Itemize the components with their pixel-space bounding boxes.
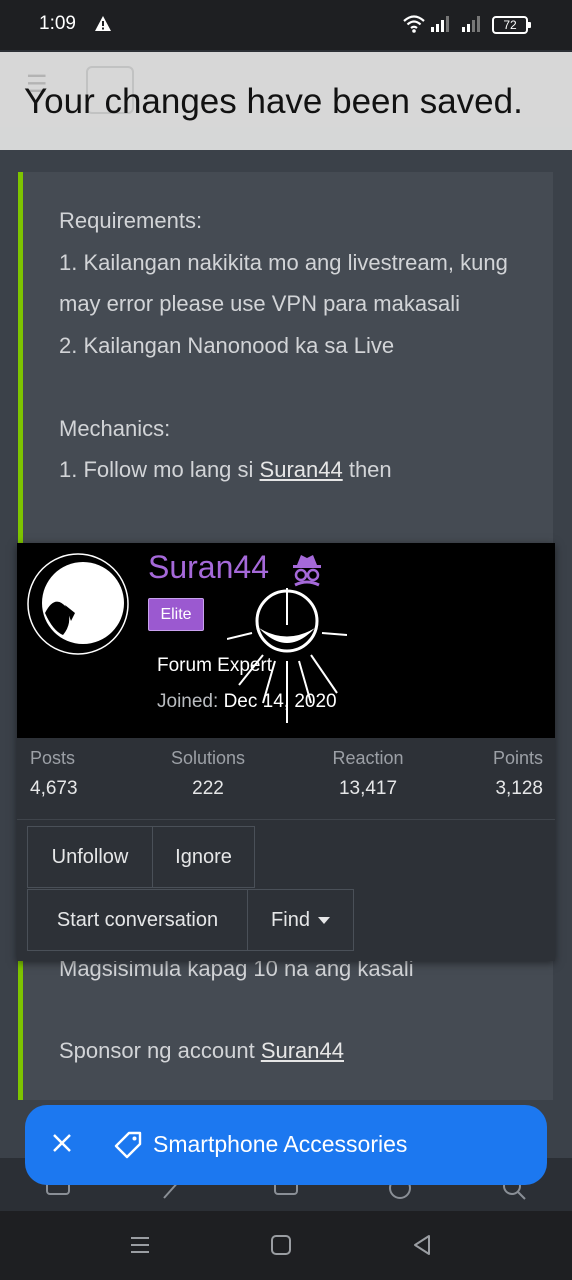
post-line: Requirements: <box>59 208 203 233</box>
status-bar: 1:09 72 <box>0 0 572 50</box>
profile-banner: Suran44 Elite Forum Expert Joined: Dec 1… <box>17 543 555 738</box>
find-dropdown-button[interactable]: Find <box>247 889 354 951</box>
saved-toast: ☰ Your changes have been saved. <box>0 52 572 150</box>
close-icon[interactable] <box>51 1132 73 1154</box>
wifi-icon <box>403 15 425 33</box>
post-line: 1. Kailangan nakikita mo ang livestream,… <box>59 249 508 317</box>
post-line <box>59 366 529 408</box>
user-link[interactable]: Suran44 <box>260 457 343 482</box>
stat-posts[interactable]: Posts 4,673 <box>30 748 78 800</box>
battery-indicator: 72 <box>492 16 531 34</box>
post-line: Mechanics: <box>59 415 171 441</box>
category-label[interactable]: Smartphone Accessories <box>153 1131 407 1158</box>
stat-reaction[interactable]: Reaction 13,417 <box>327 748 409 800</box>
post-line: 2. Kailangan Nanonood ka sa Live <box>59 332 395 358</box>
member-joined: Joined: Dec 14, 2020 <box>157 691 337 712</box>
post-sponsor-line: Sponsor ng account Suran44 <box>59 1038 344 1063</box>
status-time: 1:09 <box>39 13 76 34</box>
home-icon[interactable] <box>269 1233 293 1257</box>
toast-message: Your changes have been saved. <box>24 82 523 121</box>
member-stats: Posts 4,673 Solutions 222 Reaction 13,41… <box>17 738 555 820</box>
category-floating-bar[interactable]: Smartphone Accessories <box>25 1105 547 1185</box>
post-line-mechanics: 1. Follow mo lang si Suran44 then <box>59 457 392 482</box>
ignore-button[interactable]: Ignore <box>152 826 255 888</box>
start-conversation-button[interactable]: Start conversation <box>27 889 248 951</box>
avatar[interactable] <box>27 553 129 655</box>
warning-triangle-icon <box>95 16 111 31</box>
signal-bars-icon <box>431 16 449 32</box>
system-navigation-bar <box>0 1211 572 1280</box>
member-tooltip-card: Suran44 Elite Forum Expert Joined: Dec 1… <box>17 543 555 961</box>
member-title: Forum Expert <box>157 655 273 676</box>
tag-icon <box>114 1131 142 1159</box>
post-body: Requirements: 1. Kailangan nakikita mo a… <box>59 200 529 491</box>
user-badge: Elite <box>148 598 204 631</box>
sponsor-link[interactable]: Suran44 <box>261 1038 344 1063</box>
stat-solutions[interactable]: Solutions 222 <box>164 748 252 800</box>
signal-bars-icon <box>462 16 480 32</box>
unfollow-button[interactable]: Unfollow <box>27 826 153 888</box>
caret-down-icon <box>317 917 330 925</box>
back-icon[interactable] <box>410 1233 434 1257</box>
stat-points[interactable]: Points 3,128 <box>493 748 543 800</box>
menu-icon[interactable] <box>128 1233 152 1257</box>
